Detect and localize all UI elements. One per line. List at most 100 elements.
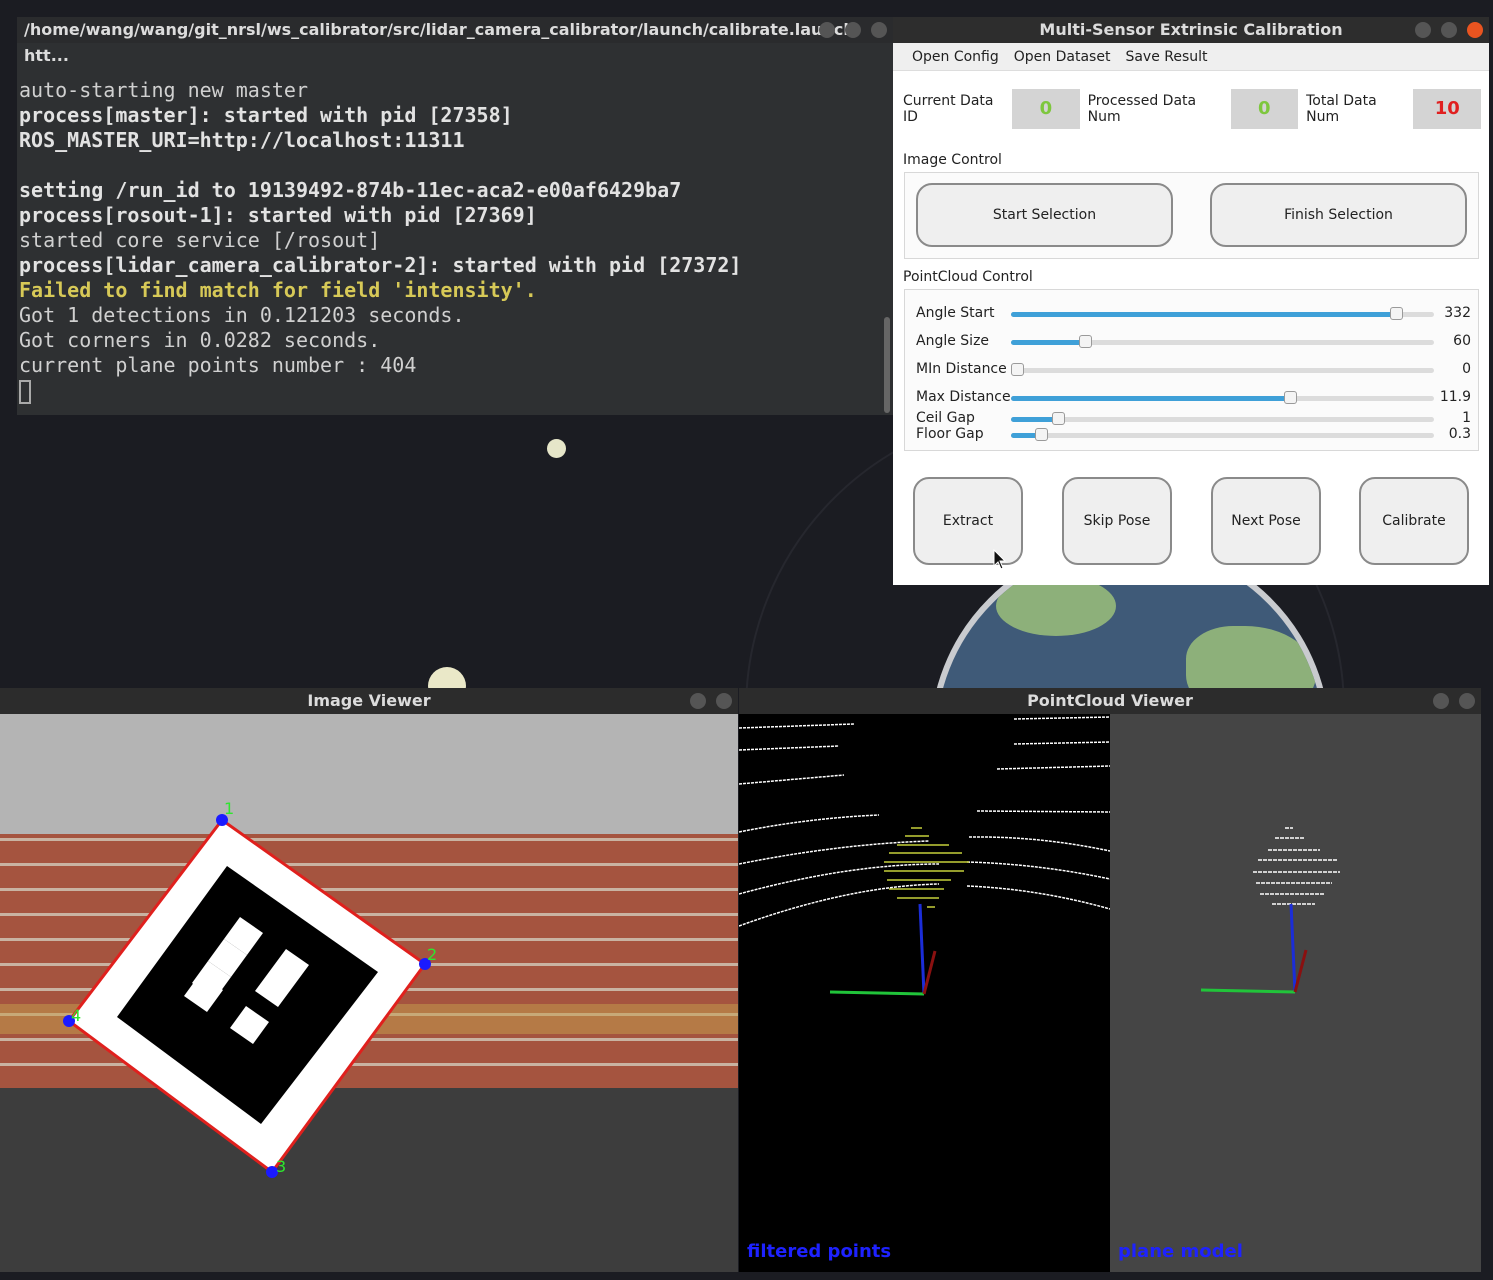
calibration-titlebar[interactable]: Multi-Sensor Extrinsic Calibration [893, 17, 1489, 43]
corner-label-1: 1 [224, 799, 234, 818]
plane-points [884, 827, 969, 908]
data-status-row: Current Data ID 0 Processed Data Num 0 T… [903, 89, 1489, 129]
terminal-cursor-line [19, 378, 893, 404]
minimize-icon[interactable] [690, 693, 706, 709]
minimize-icon[interactable] [1433, 693, 1449, 709]
terminal-line: process[lidar_camera_calibrator-2]: star… [19, 253, 742, 277]
lidar-scan-lines [739, 716, 1110, 927]
x-axis [922, 950, 937, 995]
slider-value: 1 [1462, 410, 1471, 426]
apriltag-overlay: 1 2 3 4 [63, 799, 437, 1178]
processed-data-num-value: 0 [1230, 89, 1299, 129]
filtered-points-label: filtered points [747, 1241, 892, 1262]
slider-value: 60 [1453, 333, 1471, 349]
menu-open-config[interactable]: Open Config [912, 49, 999, 65]
z-axis [918, 903, 926, 995]
image-control-label: Image Control [903, 152, 1002, 168]
slider-handle[interactable] [1034, 428, 1048, 441]
terminal-line: setting /run_id to 19139492-874b-11ec-ac… [19, 178, 682, 202]
x-axis [1293, 949, 1308, 993]
close-icon[interactable] [1467, 22, 1483, 38]
terminal-line: Got 1 detections in 0.121203 seconds. [19, 303, 465, 327]
plane-model-render [1200, 827, 1340, 994]
slider-angle-start[interactable]: Angle Start 332 [916, 305, 1471, 323]
window-controls [1433, 693, 1475, 709]
mouse-pointer-icon [993, 549, 1007, 570]
calibration-title: Multi-Sensor Extrinsic Calibration [1039, 20, 1343, 39]
total-data-num-value: 10 [1413, 89, 1482, 129]
y-axis [829, 990, 925, 996]
processed-data-num-label: Processed Data Num [1087, 93, 1197, 125]
finish-selection-button[interactable]: Finish Selection [1210, 183, 1467, 247]
start-selection-button[interactable]: Start Selection [916, 183, 1173, 247]
slider-label: Ceil Gap [916, 410, 975, 426]
filtered-points-render [739, 716, 1110, 996]
pointcloud-viewer-titlebar[interactable]: PointCloud Viewer [739, 688, 1481, 714]
slider-label: Max Distance [916, 389, 1011, 405]
slider-max-distance[interactable]: Max Distance 11.9 [916, 389, 1471, 407]
next-pose-button[interactable]: Next Pose [1211, 477, 1321, 565]
terminal-line: process[master]: started with pid [27358… [19, 103, 513, 127]
maximize-icon[interactable] [845, 22, 861, 38]
pointcloud-control-group: Angle Start 332 Angle Size 60 MIn Distan… [904, 289, 1479, 451]
slider-track[interactable] [1011, 428, 1434, 441]
window-controls [1415, 22, 1483, 38]
terminal-scrollbar[interactable] [884, 317, 890, 413]
pointcloud-viewer-window: PointCloud Viewer filtered points plane … [739, 688, 1481, 1272]
slider-handle[interactable] [1051, 412, 1065, 425]
terminal-output[interactable]: auto-starting new master process[master]:… [17, 43, 893, 404]
slider-value: 0.3 [1448, 426, 1471, 442]
terminal-cursor [19, 379, 31, 404]
slider-handle[interactable] [1079, 335, 1093, 348]
slider-track[interactable] [1011, 412, 1434, 425]
window-controls [819, 22, 887, 38]
menu-save-result[interactable]: Save Result [1125, 49, 1207, 65]
terminal-line: ROS_MASTER_URI=http://localhost:11311 [19, 128, 465, 152]
slider-value: 332 [1444, 305, 1471, 321]
slider-min-distance[interactable]: MIn Distance 0 [916, 361, 1471, 379]
slider-label: Angle Start [916, 305, 995, 321]
slider-angle-size[interactable]: Angle Size 60 [916, 333, 1471, 351]
close-icon[interactable] [871, 22, 887, 38]
slider-handle[interactable] [1284, 391, 1298, 404]
slider-value: 11.9 [1439, 389, 1471, 405]
terminal-titlebar[interactable]: /home/wang/wang/git_nrsl/ws_calibrator/s… [17, 17, 893, 65]
desktop-moon-decoration [547, 439, 566, 458]
slider-handle[interactable] [1011, 363, 1024, 376]
slider-fill [1011, 312, 1396, 317]
filtered-points-view[interactable]: filtered points [739, 714, 1110, 1272]
slider-track[interactable] [1011, 391, 1434, 404]
calibrate-button[interactable]: Calibrate [1359, 477, 1469, 565]
image-control-group: Start Selection Finish Selection [904, 172, 1479, 259]
terminal-line: process[rosout-1]: started with pid [273… [19, 203, 537, 227]
menu-bar: Open Config Open Dataset Save Result [893, 43, 1489, 71]
maximize-icon[interactable] [1441, 22, 1457, 38]
slider-label: MIn Distance [916, 361, 1007, 377]
slider-track[interactable] [1011, 335, 1434, 348]
z-axis [1289, 903, 1297, 993]
skip-pose-button[interactable]: Skip Pose [1062, 477, 1172, 565]
corner-label-3: 3 [276, 1157, 286, 1176]
slider-label: Angle Size [916, 333, 990, 349]
slider-handle[interactable] [1389, 307, 1403, 320]
minimize-icon[interactable] [819, 22, 835, 38]
slider-track[interactable] [1011, 363, 1434, 376]
camera-image[interactable]: 1 2 3 4 [0, 714, 738, 1272]
minimize-icon[interactable] [1415, 22, 1431, 38]
current-data-id-label: Current Data ID [903, 93, 994, 125]
planet-land [996, 576, 1116, 636]
menu-open-dataset[interactable]: Open Dataset [1014, 49, 1111, 65]
close-icon[interactable] [1459, 693, 1475, 709]
slider-fill [1011, 417, 1058, 422]
slider-floor-gap[interactable]: Floor Gap 0.3 [916, 426, 1471, 444]
terminal-line: Failed to find match for field 'intensit… [19, 278, 537, 302]
plane-model-points [1253, 827, 1340, 905]
close-icon[interactable] [716, 693, 732, 709]
terminal-window: /home/wang/wang/git_nrsl/ws_calibrator/s… [17, 17, 893, 415]
slider-value: 0 [1462, 361, 1471, 377]
slider-track[interactable] [1011, 307, 1434, 320]
image-viewer-titlebar[interactable]: Image Viewer [0, 688, 738, 714]
plane-model-view[interactable]: plane model [1110, 714, 1481, 1272]
